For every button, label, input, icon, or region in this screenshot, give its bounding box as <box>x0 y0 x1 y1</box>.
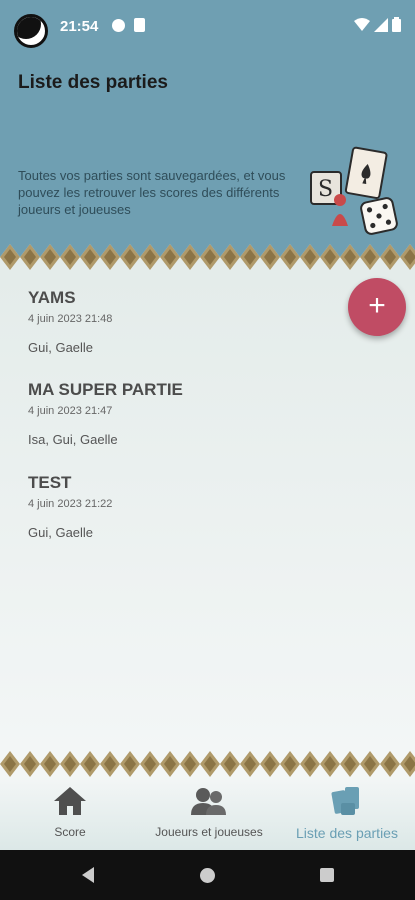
nav-label-players: Joueurs et joueuses <box>155 825 263 839</box>
home-circle-icon[interactable] <box>199 867 216 884</box>
header-description: Toutes vos parties sont sauvegardées, et… <box>18 168 286 217</box>
nav-item-score[interactable]: Score <box>44 785 96 839</box>
app-notification-icon <box>112 19 125 32</box>
signal-icon <box>374 17 388 32</box>
nav-label-game-list: Liste des parties <box>296 825 398 841</box>
add-game-button[interactable]: + <box>348 278 406 336</box>
system-nav-bar <box>0 850 415 900</box>
game-players: Gui, Gaelle <box>28 340 94 355</box>
home-icon <box>54 787 86 815</box>
game-title: MA SUPER PARTIE <box>28 380 183 399</box>
diamond-border-bottom <box>0 751 415 777</box>
moon-avatar-icon <box>14 14 48 48</box>
nav-item-players[interactable]: Joueurs et joueuses <box>148 785 270 839</box>
users-icon <box>191 788 226 815</box>
wifi-icon <box>354 17 370 31</box>
game-title: YAMS <box>28 288 76 307</box>
games-illustration-icon: S <box>310 146 398 235</box>
recents-icon[interactable] <box>319 867 335 883</box>
game-date: 4 juin 2023 21:22 <box>28 498 113 510</box>
status-indicators <box>354 17 401 32</box>
game-list: YAMS 4 juin 2023 21:48 Gui, Gaelle MA SU… <box>0 270 415 751</box>
game-title: TEST <box>28 473 72 492</box>
header: Liste des parties Toutes vos parties son… <box>0 54 415 250</box>
game-item[interactable]: YAMS 4 juin 2023 21:48 Gui, Gaelle <box>28 288 112 355</box>
cards-icon <box>331 787 359 815</box>
back-icon[interactable] <box>80 866 96 884</box>
status-bar: 21:54 <box>0 0 415 54</box>
sd-card-icon <box>134 18 145 32</box>
nav-label-score: Score <box>54 825 86 839</box>
page-title: Liste des parties <box>18 72 168 93</box>
svg-text:S: S <box>318 177 333 202</box>
game-date: 4 juin 2023 21:48 <box>28 313 113 325</box>
game-date: 4 juin 2023 21:47 <box>28 405 113 417</box>
game-players: Gui, Gaelle <box>28 525 94 540</box>
bottom-nav: Score Joueurs et joueuses Liste des part… <box>0 777 415 850</box>
nav-item-game-list[interactable]: Liste des parties <box>286 785 408 841</box>
status-time: 21:54 <box>60 18 99 35</box>
battery-icon <box>392 17 401 32</box>
game-players: Isa, Gui, Gaelle <box>28 432 118 447</box>
diamond-border-top <box>0 244 415 270</box>
game-item[interactable]: MA SUPER PARTIE 4 juin 2023 21:47 Isa, G… <box>28 380 183 447</box>
game-item[interactable]: TEST 4 juin 2023 21:22 Gui, Gaelle <box>28 473 112 540</box>
